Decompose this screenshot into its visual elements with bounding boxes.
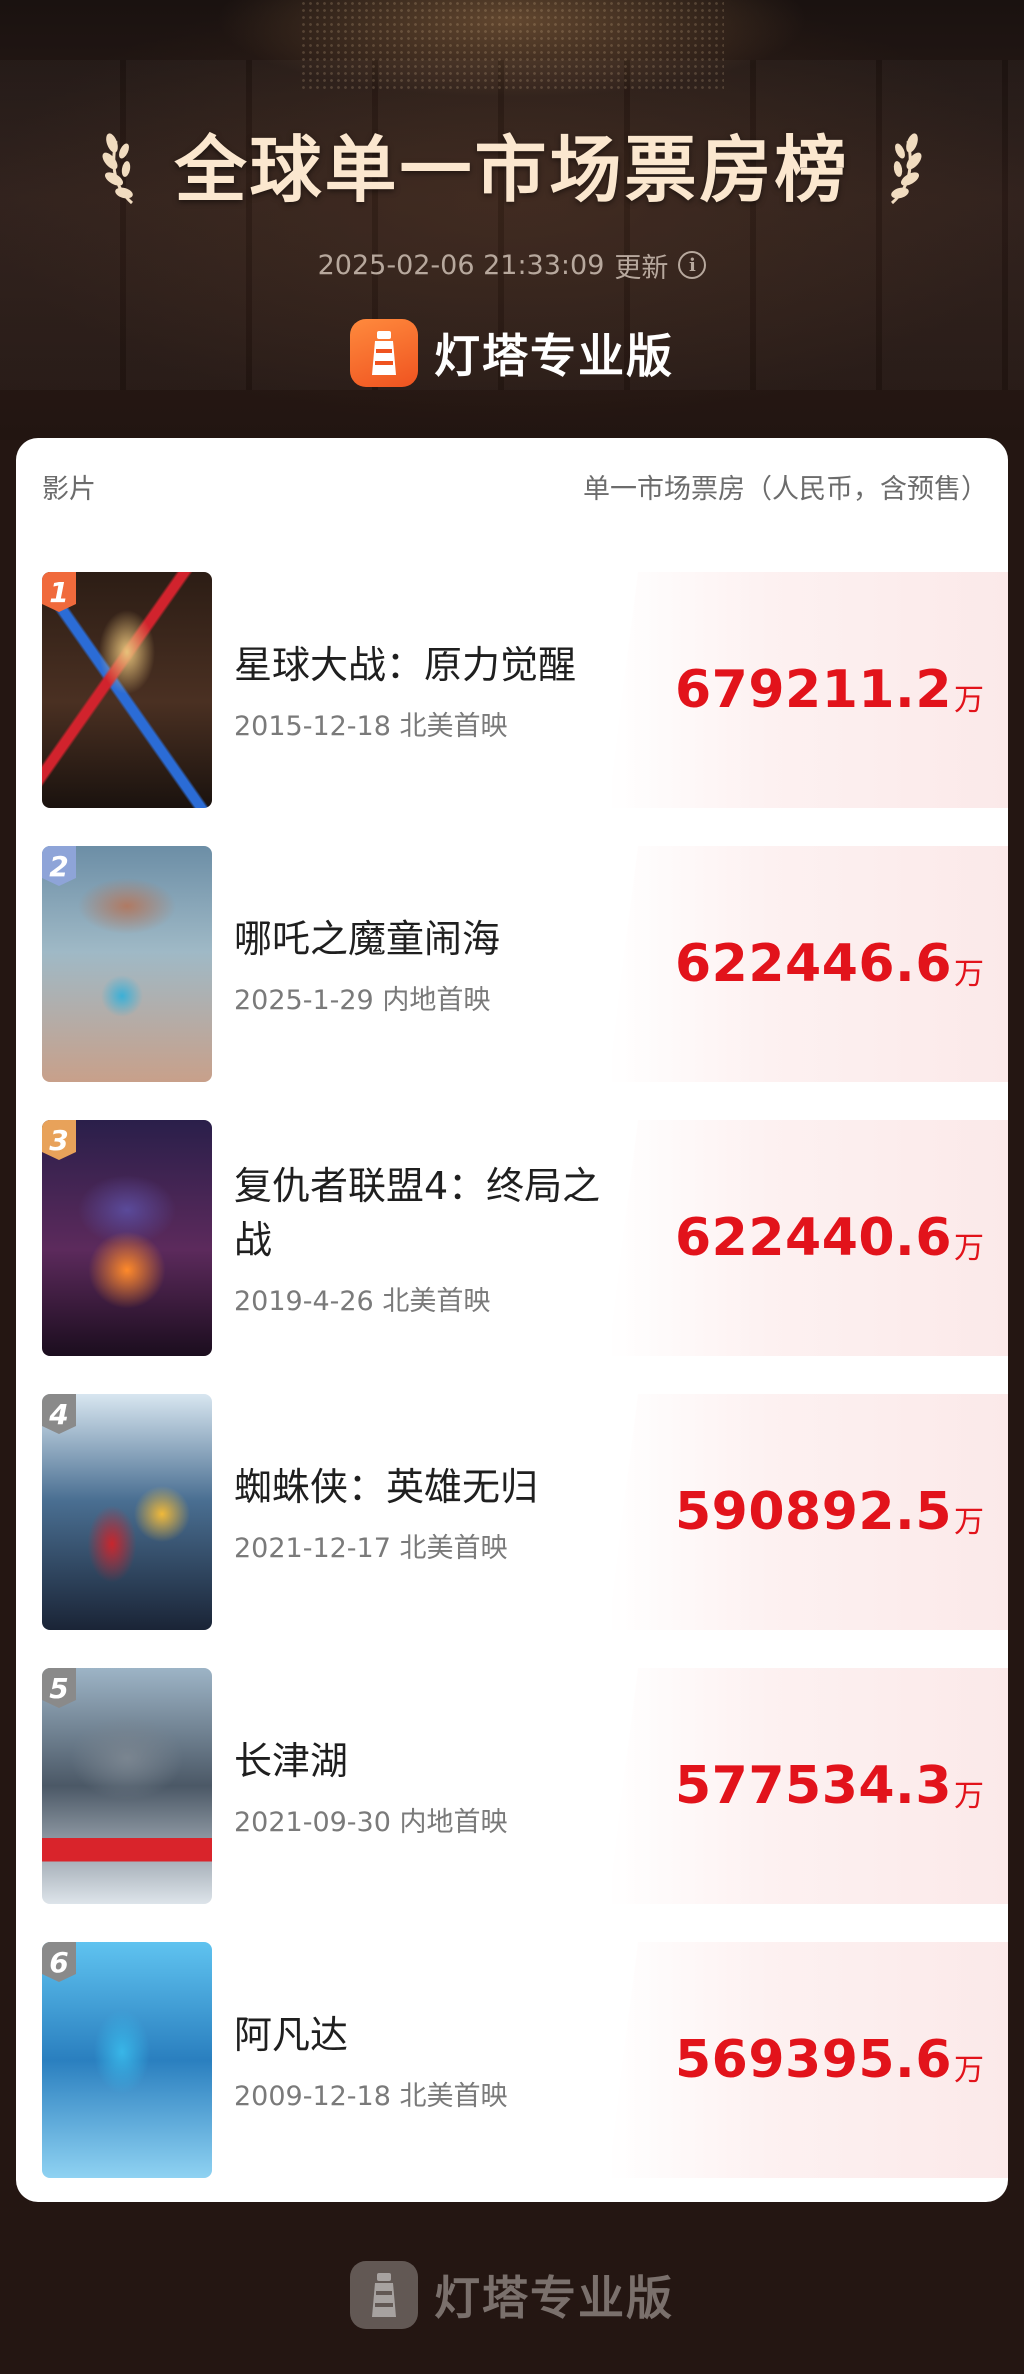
box-office-value: 622446.6: [674, 934, 952, 994]
movie-poster[interactable]: 5: [42, 1668, 212, 1904]
movie-release: 2021-09-30 内地首映: [234, 1806, 508, 1838]
footer-brand-name: 灯塔专业版: [434, 2271, 674, 2325]
box-office-value: 679211.2: [674, 660, 952, 720]
column-box-office: 单一市场票房（人民币，含预售）: [583, 473, 988, 505]
box-office-value: 622440.6: [674, 1208, 952, 1268]
table-header: 影片 单一市场票房（人民币，含预售）: [16, 438, 1008, 534]
box-office: 590892.5 万: [675, 1394, 984, 1630]
box-office: 622440.6 万: [675, 1120, 984, 1356]
info-icon[interactable]: i: [678, 251, 707, 279]
rank-badge: 3: [42, 1120, 76, 1160]
box-office: 569395.6 万: [675, 1942, 984, 2178]
laurel-right-icon: [890, 133, 921, 205]
lighthouse-logo-icon: [350, 319, 418, 387]
movie-poster[interactable]: 1: [42, 572, 212, 808]
movie-release: 2019-4-26 北美首映: [234, 1285, 491, 1317]
movie-title: 复仇者联盟4：终局之战: [234, 1163, 601, 1262]
table-row[interactable]: 3 复仇者联盟4：终局之战 2019-4-26 北美首映 622440.6 万: [42, 1120, 1008, 1356]
table-row[interactable]: 4 蜘蛛侠：英雄无归 2021-12-17 北美首映 590892.5 万: [42, 1394, 1008, 1630]
world-map-dots: [300, 0, 724, 90]
column-film: 影片: [42, 473, 96, 505]
movie-title: 星球大战：原力觉醒: [234, 642, 577, 687]
movie-release: 2025-1-29 内地首映: [234, 984, 491, 1016]
rank-badge: 4: [42, 1394, 76, 1434]
movie-info: 长津湖 2021-09-30 内地首映: [234, 1668, 624, 1904]
box-office-value: 569395.6: [674, 2030, 952, 2090]
box-office-unit: 万: [954, 2053, 984, 2088]
update-time-row: 2025-02-06 21:33:09 更新 i: [0, 245, 1024, 285]
movie-info: 星球大战：原力觉醒 2015-12-18 北美首映: [234, 572, 624, 808]
movie-title: 阿凡达: [234, 2012, 349, 2057]
movie-release: 2009-12-18 北美首映: [234, 2080, 508, 2112]
movie-poster[interactable]: 2: [42, 846, 212, 1082]
box-office-unit: 万: [954, 1505, 984, 1540]
table-row[interactable]: 1 星球大战：原力觉醒 2015-12-18 北美首映 679211.2 万: [42, 572, 1008, 808]
title-row: 全球单一市场票房榜: [0, 118, 1024, 212]
movie-info: 复仇者联盟4：终局之战 2019-4-26 北美首映: [234, 1120, 624, 1356]
movie-poster[interactable]: 3: [42, 1120, 212, 1356]
ranking-card: 影片 单一市场票房（人民币，含预售） 1 星球大战：原力觉醒 2015-12-1…: [16, 438, 1008, 2202]
box-office-unit: 万: [954, 957, 984, 992]
rank-badge: 1: [42, 572, 76, 612]
laurel-left-icon: [103, 133, 134, 205]
table-row[interactable]: 2 哪吒之魔童闹海 2025-1-29 内地首映 622446.6 万: [42, 846, 1008, 1082]
brand-row: 灯塔专业版: [0, 318, 1024, 388]
rank-badge: 6: [42, 1942, 76, 1982]
movie-poster[interactable]: 4: [42, 1394, 212, 1630]
box-office-value: 590892.5: [674, 1482, 952, 1542]
movie-info: 哪吒之魔童闹海 2025-1-29 内地首映: [234, 846, 624, 1082]
page-title: 全球单一市场票房榜: [174, 127, 850, 212]
box-office-unit: 万: [954, 683, 984, 718]
movie-title: 蜘蛛侠：英雄无归: [234, 1464, 539, 1509]
header-banner: 全球单一市场票房榜 2025-02-06 21:33:09 更新 i 灯塔专业版: [0, 0, 1024, 440]
movie-release: 2015-12-18 北美首映: [234, 710, 508, 742]
update-label: 更新: [614, 252, 669, 284]
movie-title: 长津湖: [234, 1738, 349, 1783]
rank-badge: 2: [42, 846, 76, 886]
box-office: 679211.2 万: [675, 572, 984, 808]
footer-brand: 灯塔专业版: [0, 2250, 1024, 2340]
table-row[interactable]: 5 长津湖 2021-09-30 内地首映 577534.3 万: [42, 1668, 1008, 1904]
update-timestamp: 2025-02-06 21:33:09: [317, 249, 605, 281]
movie-release: 2021-12-17 北美首映: [234, 1532, 508, 1564]
box-office-value: 577534.3: [674, 1756, 952, 1816]
box-office-unit: 万: [954, 1231, 984, 1266]
box-office: 577534.3 万: [675, 1668, 984, 1904]
lighthouse-logo-icon: [350, 2261, 418, 2329]
box-office: 622446.6 万: [675, 846, 984, 1082]
brand-name: 灯塔专业版: [434, 329, 674, 383]
table-row[interactable]: 6 阿凡达 2009-12-18 北美首映 569395.6 万: [42, 1942, 1008, 2178]
movie-info: 蜘蛛侠：英雄无归 2021-12-17 北美首映: [234, 1394, 624, 1630]
box-office-unit: 万: [954, 1779, 984, 1814]
rank-badge: 5: [42, 1668, 76, 1708]
movie-poster[interactable]: 6: [42, 1942, 212, 2178]
movie-title: 哪吒之魔童闹海: [234, 916, 501, 961]
movie-info: 阿凡达 2009-12-18 北美首映: [234, 1942, 624, 2178]
